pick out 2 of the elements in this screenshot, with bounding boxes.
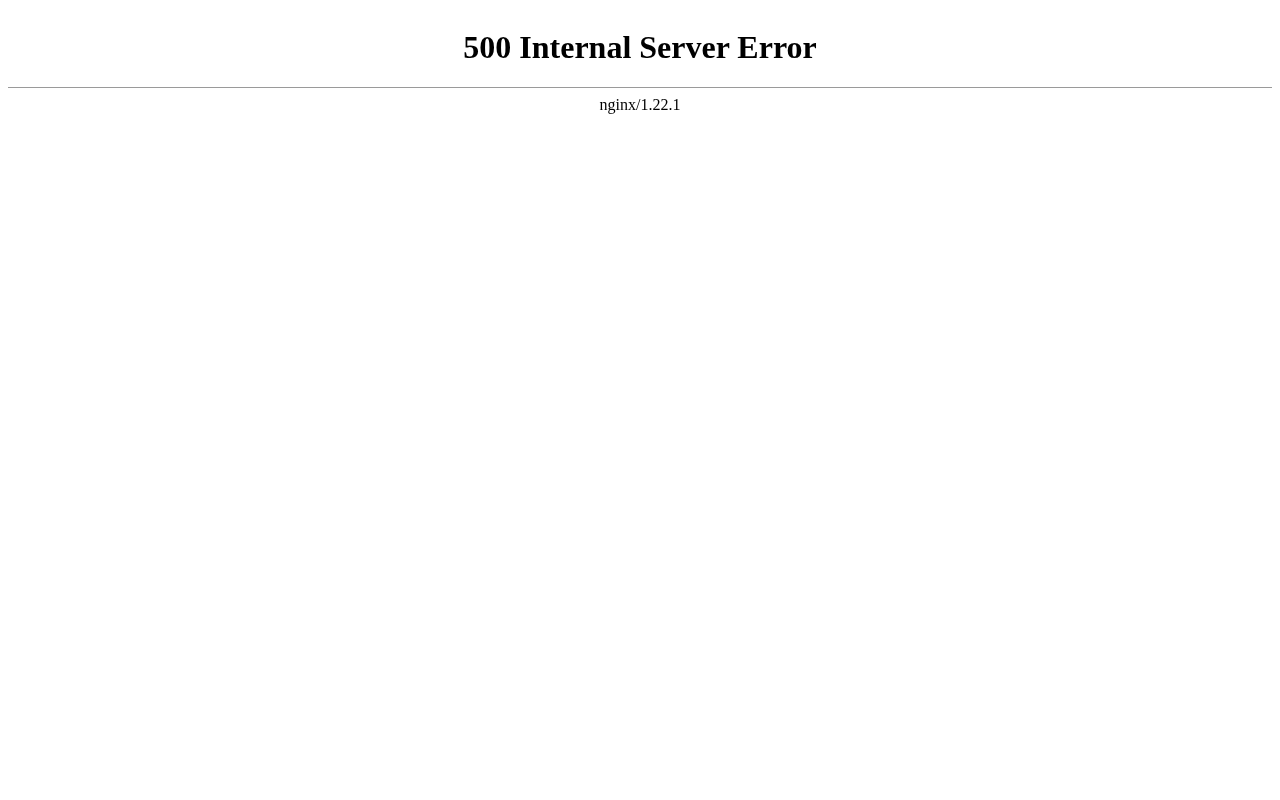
error-heading: 500 Internal Server Error [463,29,817,66]
server-version: nginx/1.22.1 [599,96,681,114]
